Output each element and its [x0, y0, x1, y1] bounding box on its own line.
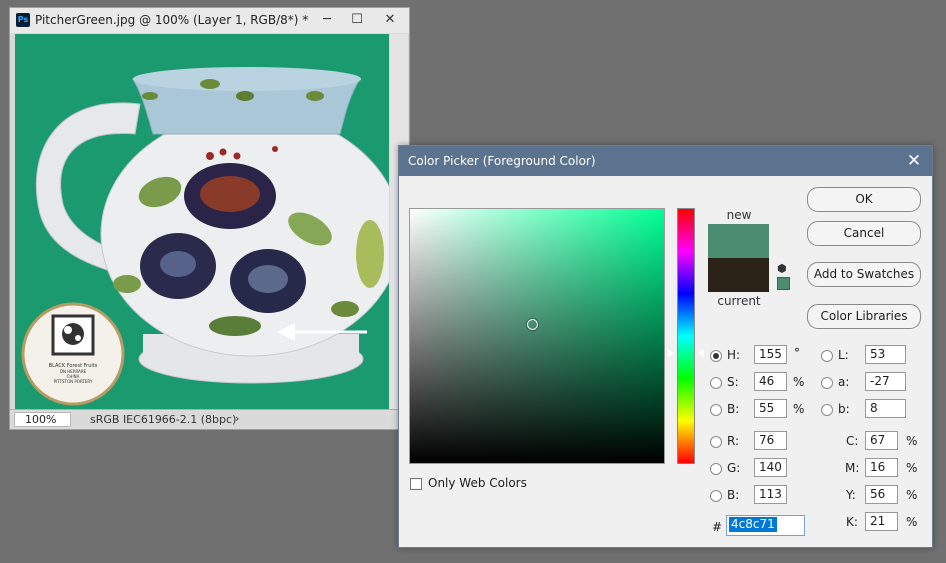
maximize-button[interactable]: ☐: [343, 10, 371, 30]
green-label: G:: [727, 461, 741, 475]
cancel-button[interactable]: Cancel: [807, 221, 921, 246]
saturation-unit: %: [793, 375, 805, 389]
hex-value[interactable]: 4c8c71: [729, 517, 777, 532]
cyan-unit: %: [906, 434, 918, 448]
hue-slider-left-arrow-icon[interactable]: [668, 349, 674, 357]
lab-a-radio[interactable]: [821, 377, 833, 389]
lab-b-radio[interactable]: [821, 404, 833, 416]
blue-input[interactable]: 113: [754, 485, 787, 504]
hue-slider-right-arrow-icon[interactable]: [698, 349, 704, 357]
lab-l-label: L:: [838, 348, 849, 362]
lab-l-input[interactable]: 53: [865, 345, 906, 364]
current-color-swatch[interactable]: [708, 258, 769, 292]
photoshop-app-icon: Ps: [16, 13, 30, 27]
brightness-input[interactable]: 55: [754, 399, 787, 418]
red-input[interactable]: 76: [754, 431, 787, 450]
document-title: PitcherGreen.jpg @ 100% (Layer 1, RGB/8*…: [35, 13, 309, 27]
only-web-colors-checkbox[interactable]: [410, 478, 422, 490]
magenta-label: M:: [845, 461, 860, 475]
new-color-swatch: [708, 224, 769, 258]
web-safe-color-swatch[interactable]: [777, 277, 790, 290]
hex-prefix: #: [712, 520, 723, 534]
hex-input[interactable]: 4c8c71: [726, 515, 805, 536]
lab-b-label: b:: [838, 402, 850, 416]
green-input[interactable]: 140: [754, 458, 787, 477]
dialog-title: Color Picker (Foreground Color): [408, 154, 596, 168]
color-picker-dialog: Color Picker (Foreground Color) ✕ new cu…: [398, 145, 933, 548]
saturation-input[interactable]: 46: [754, 372, 787, 391]
cyan-input[interactable]: 67: [865, 431, 898, 450]
out-of-web-gamut-cube-icon[interactable]: ⬢: [777, 262, 787, 275]
black-label: K:: [846, 515, 858, 529]
document-profile: sRGB IEC61966-2.1 (8bpc): [90, 413, 237, 426]
new-color-label: new: [726, 208, 752, 222]
pitcher-image: BLACK Forest Fruits ON HERRARE CHINA PIT…: [21, 67, 389, 406]
current-color-label: current: [717, 294, 761, 308]
brightness-unit: %: [793, 402, 805, 416]
brightness-label: B:: [727, 402, 740, 416]
hue-label: H:: [727, 348, 741, 362]
red-label: R:: [727, 434, 740, 448]
close-button[interactable]: ✕: [376, 10, 404, 30]
cyan-label: C:: [846, 434, 859, 448]
lab-a-input[interactable]: -27: [865, 372, 906, 391]
saturation-radio[interactable]: [710, 377, 722, 389]
yellow-label: Y:: [846, 488, 856, 502]
add-to-swatches-button[interactable]: Add to Swatches: [807, 262, 921, 287]
blue-radio[interactable]: [710, 490, 722, 502]
only-web-colors-label: Only Web Colors: [428, 476, 527, 490]
color-field-cursor[interactable]: [527, 319, 538, 330]
document-status-bar: 100% sRGB IEC61966-2.1 (8bpc) ›: [10, 409, 409, 429]
brightness-radio[interactable]: [710, 404, 722, 416]
red-radio[interactable]: [710, 436, 722, 448]
color-libraries-button[interactable]: Color Libraries: [807, 304, 921, 329]
black-unit: %: [906, 515, 918, 529]
minimize-button[interactable]: ─: [313, 10, 341, 30]
dialog-title-bar[interactable]: Color Picker (Foreground Color) ✕: [399, 146, 932, 176]
yellow-unit: %: [906, 488, 918, 502]
blue-label: B:: [727, 488, 740, 502]
lab-a-label: a:: [838, 375, 850, 389]
document-window: Ps PitcherGreen.jpg @ 100% (Layer 1, RGB…: [9, 7, 410, 430]
magenta-input[interactable]: 16: [865, 458, 898, 477]
hue-slider[interactable]: [677, 208, 695, 464]
ok-button[interactable]: OK: [807, 187, 921, 212]
zoom-level-input[interactable]: 100%: [14, 412, 71, 427]
hue-unit: °: [794, 346, 800, 360]
color-field[interactable]: [409, 208, 665, 464]
image-canvas[interactable]: BLACK Forest Fruits ON HERRARE CHINA PIT…: [15, 34, 389, 409]
lab-b-input[interactable]: 8: [865, 399, 906, 418]
saturation-label: S:: [727, 375, 739, 389]
green-radio[interactable]: [710, 463, 722, 475]
document-title-bar[interactable]: Ps PitcherGreen.jpg @ 100% (Layer 1, RGB…: [10, 8, 409, 33]
stamp-line-4: PITTSTON PORTERY: [54, 379, 93, 384]
lab-l-radio[interactable]: [821, 350, 833, 362]
black-input[interactable]: 21: [865, 512, 898, 531]
dialog-close-button[interactable]: ✕: [902, 150, 926, 172]
yellow-input[interactable]: 56: [865, 485, 898, 504]
status-menu-arrow-icon[interactable]: ›: [235, 412, 239, 425]
magenta-unit: %: [906, 461, 918, 475]
hue-input[interactable]: 155: [754, 345, 787, 364]
hue-radio[interactable]: [710, 350, 722, 362]
